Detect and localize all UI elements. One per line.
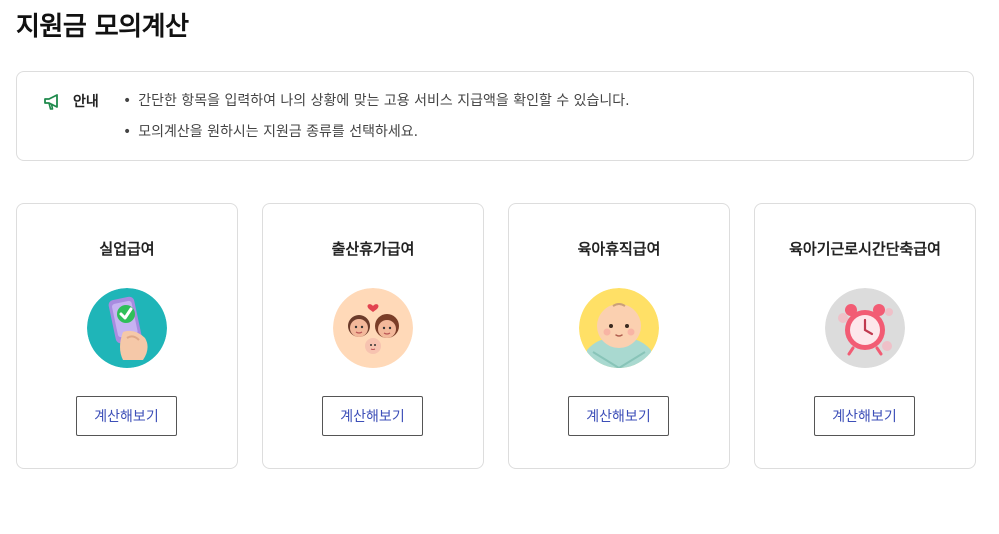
notice-item: 간단한 항목을 입력하여 나의 상황에 맞는 고용 서비스 지급액을 확인할 수… <box>123 91 629 111</box>
notice-box: 안내 간단한 항목을 입력하여 나의 상황에 맞는 고용 서비스 지급액을 확인… <box>16 71 974 161</box>
baby-face-icon <box>579 288 659 368</box>
calculate-button[interactable]: 계산해보기 <box>568 396 669 436</box>
page-title: 지원금 모의계산 <box>16 12 189 42</box>
notice-label: 안내 <box>73 94 99 110</box>
calculate-button[interactable]: 계산해보기 <box>76 396 177 436</box>
alarm-clock-icon <box>825 288 905 368</box>
card-title: 출산휴가급여 <box>331 240 415 258</box>
calculate-button[interactable]: 계산해보기 <box>322 396 423 436</box>
megaphone-icon <box>43 92 63 112</box>
card-unemployment-benefit: 실업급여 계산해보기 <box>16 203 238 469</box>
phone-check-hand-icon <box>87 288 167 368</box>
notice-item: 모의계산을 원하시는 지원금 종류를 선택하세요. <box>123 122 630 142</box>
calculate-button[interactable]: 계산해보기 <box>814 396 915 436</box>
card-parental-leave-benefit: 육아휴직급여 계산해보기 <box>508 203 730 469</box>
card-title: 육아휴직급여 <box>577 240 661 258</box>
card-maternity-leave-benefit: 출산휴가급여 계산해보기 <box>262 203 484 469</box>
card-title: 실업급여 <box>99 240 155 258</box>
card-reduced-working-hours-benefit: 육아기근로시간단축급여 계산해보기 <box>754 203 976 469</box>
notice-list: 간단한 항목을 입력하여 나의 상황에 맞는 고용 서비스 지급액을 확인할 수… <box>123 91 630 153</box>
parents-baby-icon <box>333 288 413 368</box>
card-title: 육아기근로시간단축급여 <box>789 240 941 258</box>
